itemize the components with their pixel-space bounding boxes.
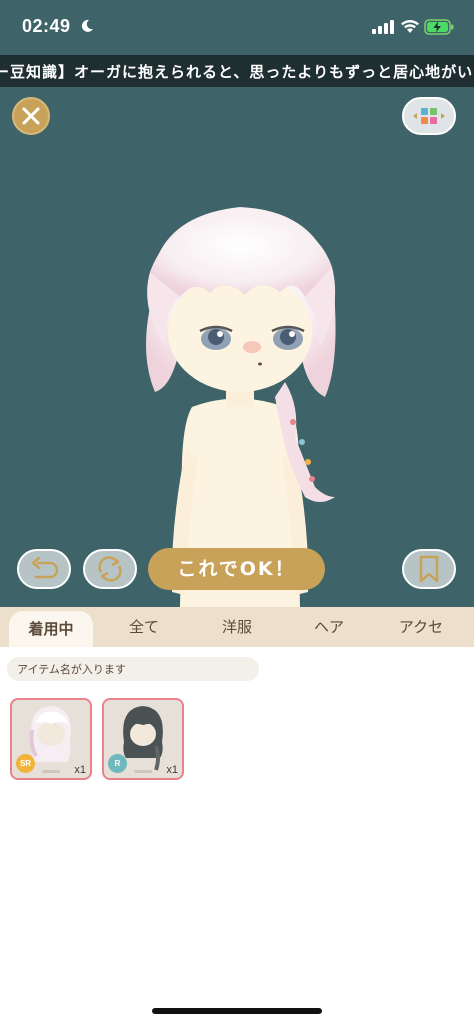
tab-wearing[interactable]: 着用中 bbox=[9, 611, 93, 647]
news-ticker: ー豆知識】オーガに抱えられると、思ったよりもずっと居心地がいいら bbox=[0, 55, 474, 87]
shuffle-icon bbox=[98, 556, 122, 582]
close-icon bbox=[22, 107, 40, 125]
item-card[interactable]: SR x1 bbox=[10, 698, 92, 780]
color-palette-button[interactable] bbox=[402, 97, 456, 135]
wifi-icon bbox=[401, 20, 419, 33]
home-indicator bbox=[152, 1008, 322, 1014]
item-quantity: x1 bbox=[166, 764, 178, 776]
avatar-character bbox=[146, 207, 336, 607]
tab-accessory[interactable]: アクセ bbox=[381, 607, 461, 647]
ticker-text: ー豆知識】オーガに抱えられると、思ったよりもずっと居心地がいいら bbox=[0, 63, 474, 81]
tab-all[interactable]: 全て bbox=[104, 607, 184, 647]
item-quantity: x1 bbox=[74, 764, 86, 776]
battery-charging-icon bbox=[424, 19, 454, 35]
color-palette-icon bbox=[413, 108, 445, 124]
undo-icon bbox=[31, 557, 58, 579]
rarity-badge: R bbox=[108, 754, 127, 773]
undo-button[interactable] bbox=[17, 549, 71, 589]
item-card[interactable]: R x1 bbox=[102, 698, 184, 780]
tab-clothes[interactable]: 洋服 bbox=[197, 607, 277, 647]
tab-hair[interactable]: ヘア bbox=[289, 607, 369, 647]
category-tab-bar: 着用中 全て 洋服 ヘア アクセ bbox=[0, 607, 474, 647]
moon-icon bbox=[81, 19, 93, 32]
item-search-input[interactable] bbox=[7, 657, 259, 681]
avatar-stage: これでOK！ bbox=[0, 87, 474, 607]
rarity-badge: SR bbox=[16, 754, 35, 773]
item-list-panel: SR x1 R x1 bbox=[0, 647, 474, 1024]
status-bar: 02:49 bbox=[0, 0, 474, 55]
bookmark-icon bbox=[419, 555, 439, 583]
bookmark-button[interactable] bbox=[402, 549, 456, 589]
signal-icon bbox=[372, 20, 394, 34]
status-time: 02:49 bbox=[22, 16, 71, 36]
close-button[interactable] bbox=[12, 97, 50, 135]
shuffle-button[interactable] bbox=[83, 549, 137, 589]
confirm-ok-button[interactable]: これでOK！ bbox=[148, 548, 325, 590]
